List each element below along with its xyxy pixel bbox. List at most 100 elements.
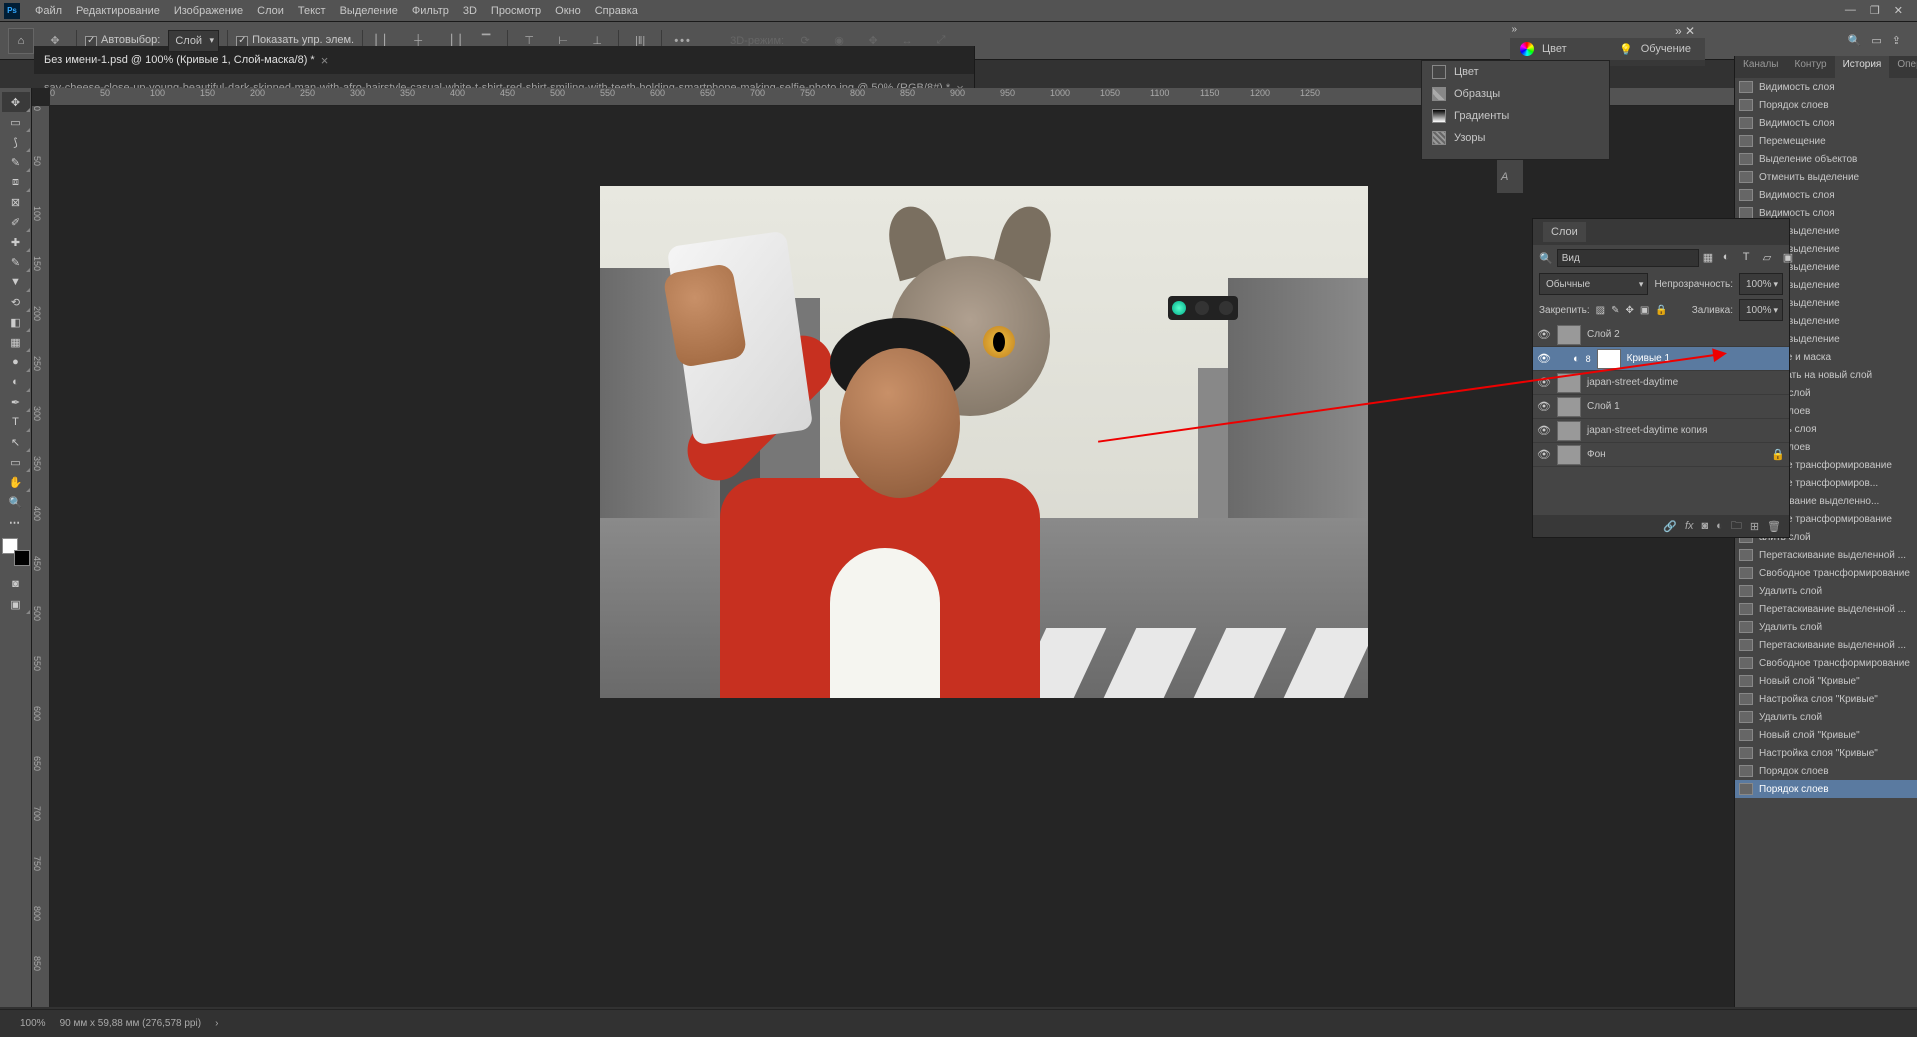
history-brush-tool[interactable]: ⟲ bbox=[2, 292, 30, 312]
lasso-tool[interactable]: ⟆ bbox=[2, 132, 30, 152]
gradients-row[interactable]: Градиенты bbox=[1422, 105, 1609, 127]
menu-фильтр[interactable]: Фильтр bbox=[405, 3, 456, 19]
layer-visibility-icon[interactable]: 👁 bbox=[1537, 400, 1551, 413]
menu-изображение[interactable]: Изображение bbox=[167, 3, 250, 19]
shape-tool[interactable]: ▭ bbox=[2, 452, 30, 472]
glyph-icon[interactable]: A bbox=[1501, 171, 1519, 189]
lock-pixels-icon[interactable]: ✎ bbox=[1611, 305, 1619, 316]
history-item[interactable]: Перетаскивание выделенной ... bbox=[1735, 636, 1917, 654]
history-item[interactable]: Удалить слой bbox=[1735, 618, 1917, 636]
document-canvas[interactable] bbox=[600, 186, 1368, 698]
link-layers-icon[interactable]: 🔗 bbox=[1663, 520, 1677, 533]
patterns-row[interactable]: Узоры bbox=[1422, 127, 1609, 149]
tab-close-icon[interactable]: × bbox=[321, 53, 329, 68]
menu-3d[interactable]: 3D bbox=[456, 3, 484, 19]
history-item[interactable]: Перетаскивание выделенной ... bbox=[1735, 546, 1917, 564]
layer-thumbnail[interactable] bbox=[1557, 445, 1581, 465]
eraser-tool[interactable]: ◧ bbox=[2, 312, 30, 332]
workspace-icon[interactable]: ▭ bbox=[1871, 34, 1881, 47]
menu-окно[interactable]: Окно bbox=[548, 3, 588, 19]
crop-tool[interactable]: ⧈ bbox=[2, 172, 30, 192]
zoom-level[interactable]: 100% bbox=[20, 1018, 46, 1029]
brush-tool[interactable]: ✎ bbox=[2, 252, 30, 272]
history-item[interactable]: Настройка слоя "Кривые" bbox=[1735, 690, 1917, 708]
layer-name-label[interactable]: japan-street-daytime bbox=[1587, 377, 1678, 388]
autoselect-target-dropdown[interactable]: Слой bbox=[168, 30, 219, 52]
eyedropper-tool[interactable]: ✐ bbox=[2, 212, 30, 232]
layer-name-label[interactable]: Фон bbox=[1587, 449, 1606, 460]
blend-mode-dropdown[interactable]: Обычные bbox=[1539, 273, 1648, 295]
layer-name-label[interactable]: Слой 1 bbox=[1587, 401, 1620, 412]
history-item[interactable]: Новый слой "Кривые" bbox=[1735, 672, 1917, 690]
samples-row[interactable]: Образцы bbox=[1422, 83, 1609, 105]
history-item[interactable]: Свободное трансформирование bbox=[1735, 654, 1917, 672]
move-tool[interactable]: ✥ bbox=[2, 92, 30, 112]
new-layer-icon[interactable]: ⊞ bbox=[1750, 520, 1759, 533]
learning-tab[interactable]: 💡 Обучение bbox=[1609, 38, 1705, 60]
search-icon[interactable]: 🔍 bbox=[1848, 34, 1862, 47]
menu-текст[interactable]: Текст bbox=[291, 3, 333, 19]
lock-transparency-icon[interactable]: ▨ bbox=[1596, 305, 1605, 316]
screen-mode-toggle[interactable]: ▣ bbox=[2, 594, 30, 614]
fill-input[interactable]: 100% bbox=[1739, 299, 1783, 321]
layer-row[interactable]: 👁◐8Кривые 1 bbox=[1533, 347, 1789, 371]
close-icon[interactable]: ✕ bbox=[1894, 4, 1903, 17]
home-button[interactable]: ⌂ bbox=[8, 28, 34, 54]
history-item[interactable]: Видимость слоя bbox=[1735, 78, 1917, 96]
menu-просмотр[interactable]: Просмотр bbox=[484, 3, 548, 19]
color-tab[interactable]: Цвет bbox=[1510, 38, 1609, 60]
pen-tool[interactable]: ✒ bbox=[2, 392, 30, 412]
history-tab[interactable]: Контур bbox=[1787, 56, 1835, 78]
layer-kind-filter[interactable] bbox=[1557, 249, 1699, 267]
layer-fx-icon[interactable]: fx bbox=[1685, 520, 1694, 532]
layer-name-label[interactable]: japan-street-daytime копия bbox=[1587, 425, 1707, 436]
menu-справка[interactable]: Справка bbox=[588, 3, 645, 19]
history-item[interactable]: Свободное трансформирование bbox=[1735, 564, 1917, 582]
layer-mask-thumbnail[interactable] bbox=[1597, 349, 1621, 369]
layer-row[interactable]: 👁japan-street-daytime копия bbox=[1533, 419, 1789, 443]
path-select-tool[interactable]: ↖ bbox=[2, 432, 30, 452]
lock-position-icon[interactable]: ✥ bbox=[1626, 305, 1634, 316]
healing-tool[interactable]: ✚ bbox=[2, 232, 30, 252]
lock-artboard-icon[interactable]: ▣ bbox=[1640, 305, 1649, 316]
history-item[interactable]: Порядок слоев bbox=[1735, 762, 1917, 780]
history-item[interactable]: Удалить слой bbox=[1735, 582, 1917, 600]
marquee-tool[interactable]: ▭ bbox=[2, 112, 30, 132]
opacity-input[interactable]: 100% bbox=[1739, 273, 1783, 295]
lock-all-icon[interactable]: 🔒 bbox=[1655, 305, 1667, 316]
layer-name-label[interactable]: Слой 2 bbox=[1587, 329, 1620, 340]
filter-adj-icon[interactable]: ◐ bbox=[1723, 251, 1737, 265]
layer-group-icon[interactable]: 🗀 bbox=[1731, 517, 1742, 536]
menu-слои[interactable]: Слои bbox=[250, 3, 291, 19]
layer-visibility-icon[interactable]: 👁 bbox=[1537, 448, 1551, 461]
layer-thumbnail[interactable] bbox=[1557, 397, 1581, 417]
history-item[interactable]: Перемещение bbox=[1735, 132, 1917, 150]
layer-mask-icon[interactable]: ◙ bbox=[1702, 520, 1709, 532]
blur-tool[interactable]: ● bbox=[2, 352, 30, 372]
minimize-icon[interactable]: — bbox=[1845, 4, 1856, 17]
panel-group-close-icon[interactable]: » ✕ bbox=[1675, 24, 1695, 38]
frame-tool[interactable]: ⊠ bbox=[2, 192, 30, 212]
menu-редактирование[interactable]: Редактирование bbox=[69, 3, 167, 19]
history-item[interactable]: Выделение объектов bbox=[1735, 150, 1917, 168]
history-item[interactable]: Перетаскивание выделенной ... bbox=[1735, 600, 1917, 618]
color-swatches[interactable] bbox=[2, 538, 30, 566]
history-item[interactable]: Удалить слой bbox=[1735, 708, 1917, 726]
menu-выделение[interactable]: Выделение bbox=[333, 3, 405, 19]
layer-visibility-icon[interactable]: 👁 bbox=[1537, 328, 1551, 341]
filter-shape-icon[interactable]: ▱ bbox=[1763, 251, 1777, 265]
layer-thumbnail[interactable] bbox=[1557, 325, 1581, 345]
history-item[interactable]: Настройка слоя "Кривые" bbox=[1735, 744, 1917, 762]
gradient-tool[interactable]: ▦ bbox=[2, 332, 30, 352]
quick-mask-toggle[interactable]: ◙ bbox=[2, 574, 30, 594]
filter-smart-icon[interactable]: ▣ bbox=[1783, 251, 1797, 265]
history-item[interactable]: Порядок слоев bbox=[1735, 780, 1917, 798]
history-tab[interactable]: Операц bbox=[1889, 56, 1917, 78]
zoom-tool[interactable]: 🔍 bbox=[2, 492, 30, 512]
history-tab[interactable]: История bbox=[1835, 56, 1890, 78]
history-item[interactable]: Видимость слоя bbox=[1735, 186, 1917, 204]
filter-type-icon[interactable]: T bbox=[1743, 251, 1757, 265]
history-item[interactable]: Видимость слоя bbox=[1735, 114, 1917, 132]
history-item[interactable]: Порядок слоев bbox=[1735, 96, 1917, 114]
dodge-tool[interactable]: ◐ bbox=[2, 372, 30, 392]
